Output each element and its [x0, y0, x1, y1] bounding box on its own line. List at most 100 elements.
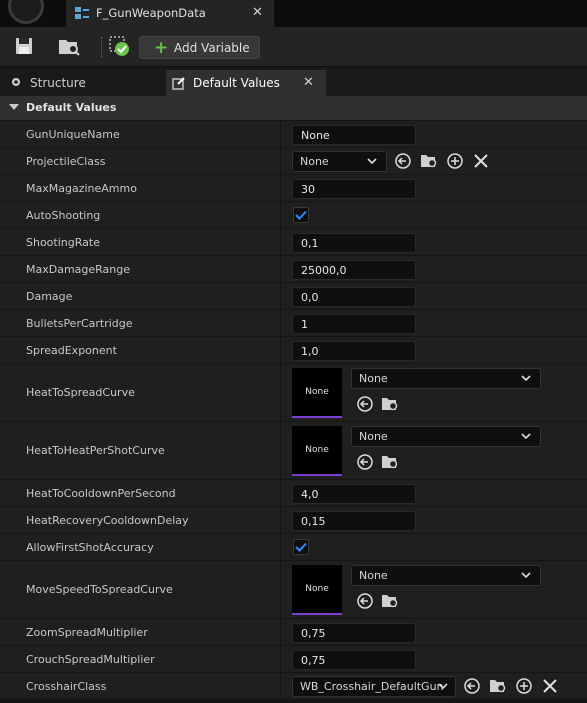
add-icon[interactable] [515, 677, 533, 695]
dropdown-value: None [359, 569, 388, 582]
property-label: ZoomSpreadMultiplier [26, 626, 148, 639]
tab-default-values-label: Default Values [193, 76, 280, 90]
property-row-damage: Damage 0,0 [0, 283, 587, 310]
thumbnail-label: None [305, 445, 329, 455]
property-label: HeatToHeatPerShotCurve [26, 444, 165, 457]
use-selected-icon[interactable] [463, 677, 481, 695]
move-speed-to-spread-curve-dropdown[interactable]: None [351, 565, 541, 586]
property-label: SpreadExponent [26, 344, 117, 357]
property-row-projectile-class: ProjectileClass None [0, 148, 587, 175]
thumbnail-label: None [305, 584, 329, 594]
max-damage-range-input[interactable]: 25000,0 [292, 260, 416, 280]
column-divider[interactable] [280, 422, 281, 479]
add-icon: + [154, 38, 169, 58]
collapse-arrow-icon[interactable] [9, 104, 19, 110]
default-values-section-header[interactable]: Default Values [0, 96, 587, 120]
column-divider[interactable] [280, 148, 281, 174]
curve-thumbnail[interactable]: None [292, 368, 342, 418]
chevron-down-icon [520, 372, 532, 387]
chevron-down-icon [520, 430, 532, 445]
document-tab[interactable]: F_GunWeaponData ✕ [66, 0, 274, 27]
browse-asset-icon[interactable] [381, 395, 399, 413]
gun-unique-name-input[interactable]: None [292, 125, 416, 145]
property-row-heat-to-spread-curve: HeatToSpreadCurve None None [0, 364, 587, 422]
column-divider[interactable] [280, 480, 281, 506]
dropdown-value: WB_Crosshair_DefaultGun [300, 680, 444, 693]
column-divider[interactable] [280, 256, 281, 282]
use-selected-icon[interactable] [356, 592, 374, 610]
crosshair-class-dropdown[interactable]: WB_Crosshair_DefaultGun [292, 676, 456, 697]
use-selected-icon[interactable] [356, 453, 374, 471]
use-selected-icon[interactable] [356, 395, 374, 413]
allow-first-shot-accuracy-checkbox[interactable] [293, 539, 309, 555]
save-icon[interactable] [13, 35, 39, 59]
column-divider[interactable] [280, 364, 281, 421]
compile-icon[interactable] [108, 35, 134, 59]
property-row-allow-first-shot-accuracy: AllowFirstShotAccuracy [0, 534, 587, 561]
column-divider[interactable] [280, 507, 281, 533]
browse-asset-icon[interactable] [381, 453, 399, 471]
browse-asset-icon[interactable] [420, 152, 438, 170]
heat-to-spread-curve-dropdown[interactable]: None [351, 368, 541, 389]
heat-recovery-cooldown-delay-input[interactable]: 0,15 [292, 511, 416, 531]
heat-to-heat-per-shot-curve-dropdown[interactable]: None [351, 426, 541, 447]
column-divider[interactable] [280, 121, 281, 147]
column-divider[interactable] [280, 229, 281, 255]
column-divider[interactable] [280, 534, 281, 560]
toolbar-separator [101, 37, 102, 57]
browse-icon[interactable] [57, 35, 83, 59]
browse-asset-icon[interactable] [489, 677, 507, 695]
use-selected-icon[interactable] [394, 152, 412, 170]
clear-icon[interactable] [541, 677, 559, 695]
column-divider[interactable] [280, 175, 281, 201]
zoom-spread-multiplier-input[interactable]: 0,75 [292, 623, 416, 643]
property-row-zoom-spread-multiplier: ZoomSpreadMultiplier 0,75 [0, 619, 587, 646]
column-divider[interactable] [280, 202, 281, 228]
property-label: ProjectileClass [26, 155, 106, 168]
auto-shooting-checkbox[interactable] [293, 207, 309, 223]
shooting-rate-input[interactable]: 0,1 [292, 233, 416, 253]
property-label: GunUniqueName [26, 128, 120, 141]
column-divider[interactable] [280, 673, 281, 699]
bullets-per-cartridge-input[interactable]: 1 [292, 314, 416, 334]
property-list: GunUniqueName None ProjectileClass None … [0, 121, 587, 700]
property-row-heat-recovery-cooldown-delay: HeatRecoveryCooldownDelay 0,15 [0, 507, 587, 534]
column-divider[interactable] [280, 283, 281, 309]
heat-to-cooldown-per-second-input[interactable]: 4,0 [292, 484, 416, 504]
clear-icon[interactable] [472, 152, 490, 170]
property-row-shooting-rate: ShootingRate 0,1 [0, 229, 587, 256]
property-label: BulletsPerCartridge [26, 317, 133, 330]
column-divider[interactable] [280, 561, 281, 618]
add-variable-button[interactable]: + Add Variable [139, 36, 260, 59]
engine-logo[interactable] [8, 0, 44, 24]
column-divider[interactable] [280, 619, 281, 645]
tab-close-icon[interactable]: ✕ [303, 75, 314, 90]
property-row-crosshair-class: CrosshairClass WB_Crosshair_DefaultGun [0, 673, 587, 700]
curve-thumbnail[interactable]: None [292, 565, 342, 615]
column-divider[interactable] [280, 310, 281, 336]
document-tab-close-icon[interactable]: ✕ [252, 5, 263, 20]
property-row-auto-shooting: AutoShooting [0, 202, 587, 229]
browse-asset-icon[interactable] [381, 592, 399, 610]
projectile-class-dropdown[interactable]: None [292, 151, 387, 172]
damage-input[interactable]: 0,0 [292, 287, 416, 307]
property-label: ShootingRate [26, 236, 100, 249]
property-row-crouch-spread-multiplier: CrouchSpreadMultiplier 0,75 [0, 646, 587, 673]
curve-thumbnail[interactable]: None [292, 426, 342, 476]
tab-structure[interactable]: Structure [0, 70, 160, 96]
spread-exponent-input[interactable]: 1,0 [292, 341, 416, 361]
column-divider[interactable] [280, 337, 281, 363]
property-row-bullets-per-cartridge: BulletsPerCartridge 1 [0, 310, 587, 337]
tab-default-values[interactable]: Default Values ✕ [166, 70, 326, 96]
add-variable-label: Add Variable [174, 41, 250, 55]
crouch-spread-multiplier-input[interactable]: 0,75 [292, 650, 416, 670]
chevron-down-icon [437, 680, 449, 695]
structure-bullet-icon [10, 76, 22, 91]
edit-icon [172, 76, 186, 93]
column-divider[interactable] [280, 646, 281, 672]
property-label: Damage [26, 290, 73, 303]
add-icon[interactable] [446, 152, 464, 170]
property-row-max-magazine-ammo: MaxMagazineAmmo 30 [0, 175, 587, 202]
max-magazine-ammo-input[interactable]: 30 [292, 179, 416, 199]
chevron-down-icon [366, 155, 378, 170]
